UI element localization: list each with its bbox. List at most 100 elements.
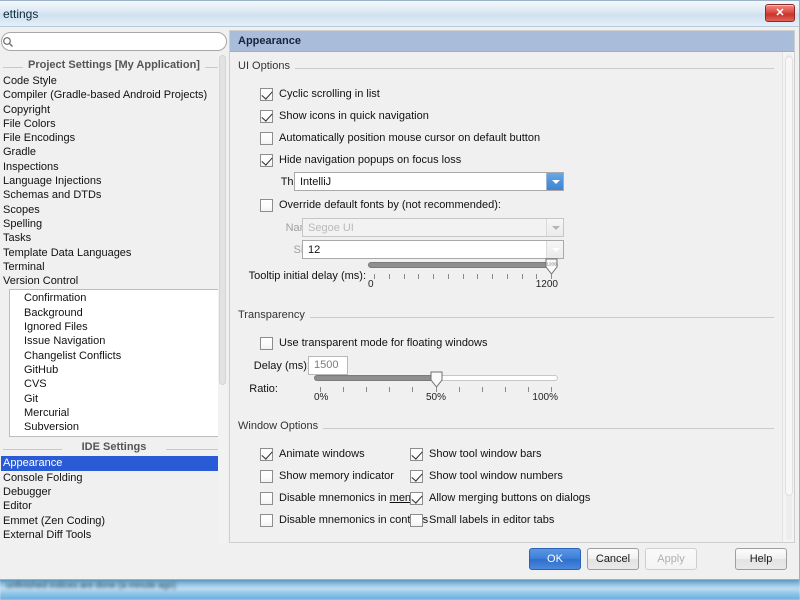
panel-scrollbar[interactable] [782, 52, 794, 542]
checkbox-box[interactable] [260, 513, 273, 527]
sidebar-item-external-diff-tools[interactable]: External Diff Tools [1, 528, 227, 542]
checkbox-box[interactable] [260, 198, 273, 212]
sidebar-item-editor[interactable]: Editor [1, 499, 227, 513]
sidebar-item-schemas-and-dtds[interactable]: Schemas and DTDs [1, 188, 227, 202]
sidebar-item-git[interactable]: Git [10, 392, 218, 406]
checkbox-box[interactable] [260, 469, 273, 483]
sidebar-item-terminal[interactable]: Terminal [1, 260, 227, 274]
search-input[interactable] [1, 32, 227, 51]
checkbox-disable-mnemonics-in-controls[interactable]: Disable mnemonics in controls [260, 512, 428, 528]
sidebar-item-subversion[interactable]: Subversion [10, 420, 218, 434]
cancel-button[interactable]: Cancel [587, 548, 639, 570]
checkbox-box[interactable] [260, 153, 273, 167]
settings-sidebar: Project Settings [My Application] Code St… [1, 27, 227, 543]
checkbox-show-tool-window-bars[interactable]: Show tool window bars [410, 446, 542, 462]
sidebar-group-header: Project Settings [My Application] [1, 59, 227, 74]
checkbox-box[interactable] [260, 131, 273, 145]
checkbox-label: Animate windows [279, 448, 365, 460]
sidebar-item-gradle[interactable]: Gradle [1, 145, 227, 159]
sidebar-scrollbar-thumb[interactable] [219, 55, 226, 385]
slider-tick-labels: 0 1200 [368, 279, 558, 291]
checkbox-auto-position-mouse-cursor[interactable]: Automatically position mouse cursor on d… [260, 130, 540, 146]
checkbox-box[interactable] [260, 87, 273, 101]
sidebar-subgroup-version-control: Confirmation Background Ignored Files Issue… [9, 289, 219, 438]
sidebar-item-emmet-zen-coding[interactable]: Emmet (Zen Coding) [1, 514, 227, 528]
slider-min-label: 0% [314, 392, 329, 403]
sidebar-item-mercurial[interactable]: Mercurial [10, 406, 218, 420]
sidebar-item-ignored-files[interactable]: Ignored Files [10, 320, 218, 334]
checkbox-use-transparent-mode[interactable]: Use transparent mode for floating window… [260, 335, 488, 351]
checkbox-show-icons-in-quick-navigation[interactable]: Show icons in quick navigation [260, 108, 429, 124]
sidebar-item-spelling[interactable]: Spelling [1, 217, 227, 231]
slider-min-label: 0 [368, 279, 374, 290]
sidebar-group-header: IDE Settings [1, 441, 227, 456]
checkbox-small-labels-in-editor-tabs[interactable]: Small labels in editor tabs [410, 512, 554, 528]
sidebar-item-background[interactable]: Background [10, 306, 218, 320]
checkbox-box[interactable] [260, 336, 273, 350]
checkbox-allow-merging-buttons[interactable]: Allow merging buttons on dialogs [410, 490, 590, 506]
checkbox-label: Override default fonts by (not recommend… [279, 199, 501, 211]
checkbox-override-default-fonts[interactable]: Override default fonts by (not recommend… [260, 197, 501, 213]
font-name-dropdown[interactable]: Segoe UI [302, 218, 564, 237]
section-transparency-header: Transparency [230, 309, 782, 325]
font-size-dropdown[interactable]: 12 [302, 240, 564, 259]
sidebar-item-changelist-conflicts[interactable]: Changelist Conflicts [10, 349, 218, 363]
checkbox-show-tool-window-numbers[interactable]: Show tool window numbers [410, 468, 563, 484]
sidebar-item-copyright[interactable]: Copyright [1, 103, 227, 117]
slider-max-label: 1200 [535, 279, 558, 290]
sidebar-scrollbar[interactable] [218, 55, 227, 543]
sidebar-item-github[interactable]: GitHub [10, 363, 218, 377]
slider-fill [314, 375, 436, 381]
divider [3, 449, 62, 451]
ok-button[interactable]: OK [529, 548, 581, 570]
checkbox-box[interactable] [260, 491, 273, 505]
section-window-options-header: Window Options [230, 420, 782, 436]
sidebar-item-compiler-gradle-based-android-projects[interactable]: Compiler (Gradle-based Android Projects) [1, 88, 227, 102]
sidebar-item-version-control[interactable]: Version Control [1, 274, 227, 288]
checkbox-box[interactable] [260, 447, 273, 461]
settings-tree[interactable]: Project Settings [My Application] Code St… [1, 55, 227, 543]
sidebar-item-scopes[interactable]: Scopes [1, 203, 227, 217]
slider-thumb[interactable] [430, 371, 443, 388]
checkbox-box[interactable] [410, 513, 423, 527]
sidebar-item-console-folding[interactable]: Console Folding [1, 471, 227, 485]
checkbox-hide-navigation-popups[interactable]: Hide navigation popups on focus loss [260, 152, 461, 168]
chevron-down-icon[interactable] [546, 241, 563, 258]
checkbox-box[interactable] [410, 469, 423, 483]
section-title: Window Options [238, 420, 324, 432]
sidebar-item-file-encodings[interactable]: File Encodings [1, 131, 227, 145]
sidebar-item-debugger[interactable]: Debugger [1, 485, 227, 499]
close-icon[interactable]: ✕ [765, 4, 795, 22]
help-button[interactable]: Help [735, 548, 787, 570]
dialog-titlebar: ettings ✕ [0, 1, 799, 27]
sidebar-item-language-injections[interactable]: Language Injections [1, 174, 227, 188]
sidebar-item-appearance[interactable]: Appearance [1, 456, 227, 471]
theme-dropdown[interactable]: IntelliJ [294, 172, 564, 191]
chevron-down-icon[interactable] [546, 173, 563, 190]
checkbox-label: Show icons in quick navigation [279, 110, 429, 122]
sidebar-item-template-data-languages[interactable]: Template Data Languages [1, 246, 227, 260]
checkbox-cyclic-scrolling-in-list[interactable]: Cyclic scrolling in list [260, 86, 380, 102]
slider-thumb[interactable]: 1200 [545, 258, 558, 275]
checkbox-disable-mnemonics-in-menu[interactable]: Disable mnemonics in menu [260, 490, 417, 506]
section-title: UI Options [238, 60, 295, 72]
ratio-slider[interactable]: 0% 50% 100% [314, 371, 558, 403]
chevron-down-icon[interactable] [546, 219, 563, 236]
panel-scrollbar-thumb[interactable] [785, 56, 793, 496]
checkbox-box[interactable] [410, 447, 423, 461]
checkbox-box[interactable] [410, 491, 423, 505]
checkbox-animate-windows[interactable]: Animate windows [260, 446, 365, 462]
checkbox-show-memory-indicator[interactable]: Show memory indicator [260, 468, 394, 484]
sidebar-item-tasks[interactable]: Tasks [1, 231, 227, 245]
sidebar-item-issue-navigation[interactable]: Issue Navigation [10, 334, 218, 348]
checkbox-label: Show memory indicator [279, 470, 394, 482]
checkbox-box[interactable] [260, 109, 273, 123]
apply-button[interactable]: Apply [645, 548, 697, 570]
sidebar-item-confirmation[interactable]: Confirmation [10, 291, 218, 305]
tooltip-delay-slider[interactable]: 1200 0 1200 [368, 258, 558, 290]
sidebar-item-cvs[interactable]: CVS [10, 377, 218, 391]
sidebar-item-inspections[interactable]: Inspections [1, 160, 227, 174]
checkbox-label: Show tool window numbers [429, 470, 563, 482]
sidebar-item-file-colors[interactable]: File Colors [1, 117, 227, 131]
sidebar-item-code-style[interactable]: Code Style [1, 74, 227, 88]
